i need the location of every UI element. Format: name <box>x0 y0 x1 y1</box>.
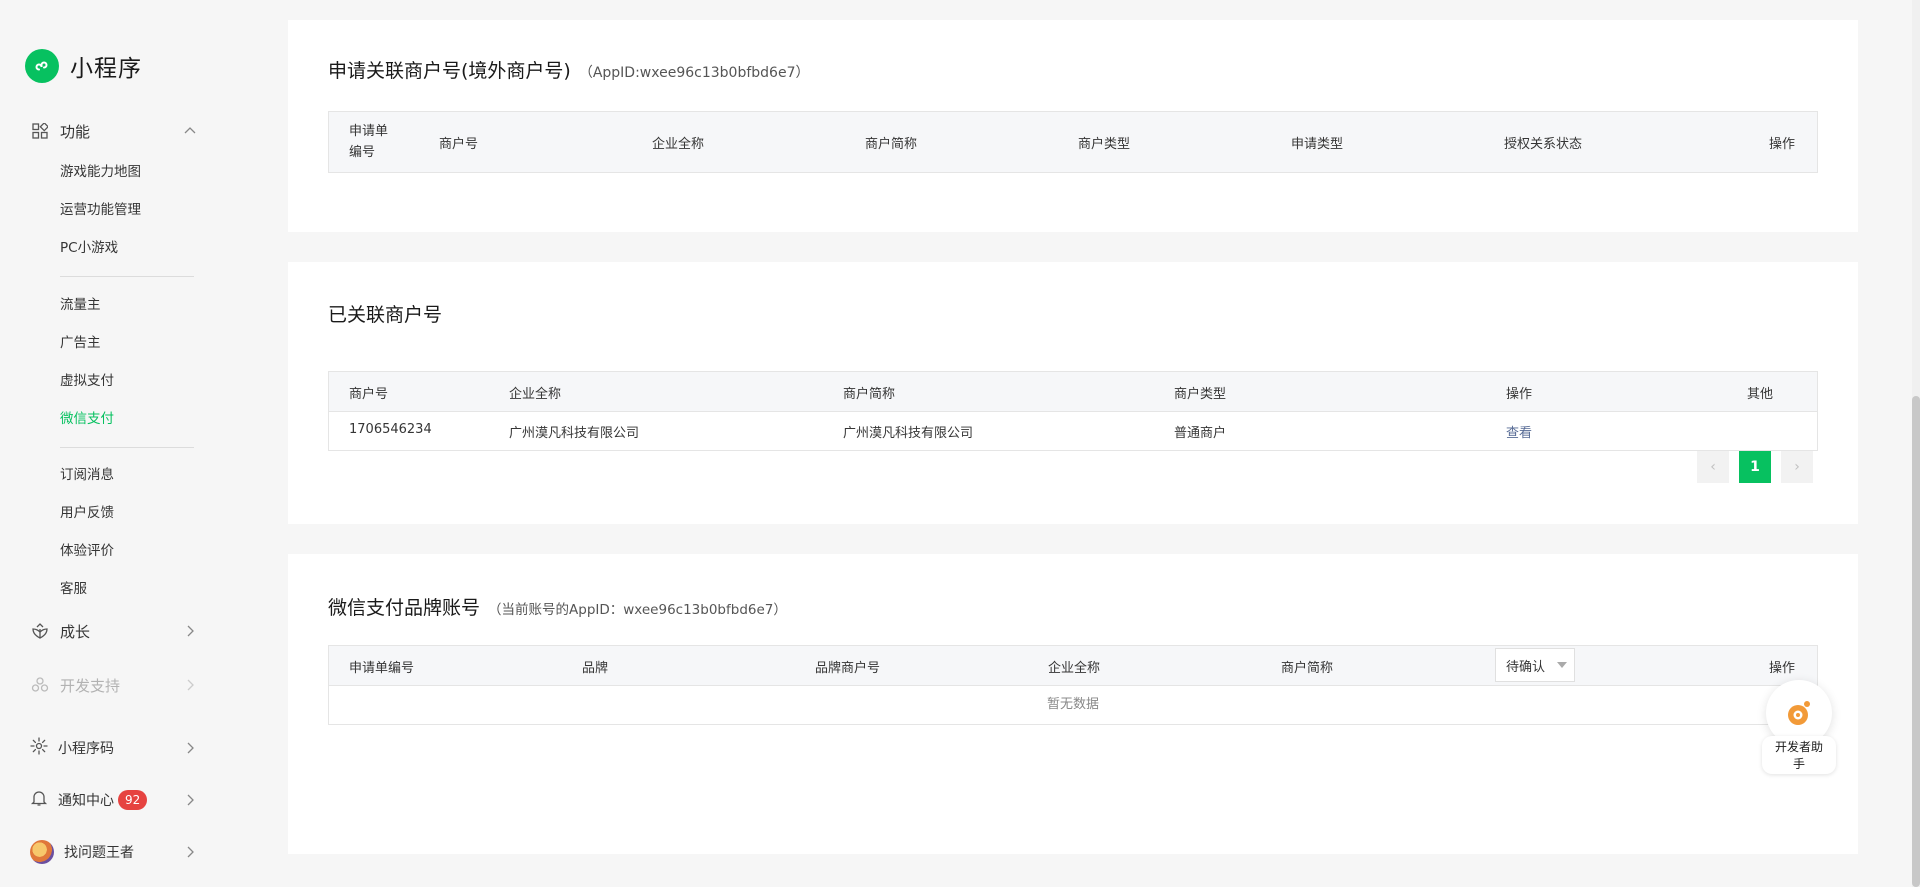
nav-item-user[interactable]: 找问题王者 <box>30 837 198 867</box>
chevron-right-icon <box>187 846 194 858</box>
prev-page-button[interactable]: ‹ <box>1697 451 1729 483</box>
nav-group-feature-label: 功能 <box>60 122 91 141</box>
cell-merchant-type: 普通商户 <box>1174 426 1227 441</box>
nav-group-growth[interactable]: 成长 <box>30 616 198 646</box>
sidebar-item-traffic-owner[interactable]: 流量主 <box>60 294 101 316</box>
th-company-name: 企业全称 <box>652 137 705 152</box>
card1-table-header: 申请单编号 商户号 企业全称 商户简称 商户类型 申请类型 授权关系状态 操作 <box>329 112 1817 172</box>
th-company-name: 企业全称 <box>509 387 562 402</box>
card1-table: 申请单编号 商户号 企业全称 商户简称 商户类型 申请类型 授权关系状态 操作 <box>328 111 1818 173</box>
miniprogram-logo-icon <box>25 49 59 83</box>
next-page-button[interactable]: › <box>1781 451 1813 483</box>
th-merchant-short-name: 商户简称 <box>865 137 918 152</box>
sidebar-item-pc-minigame[interactable]: PC小游戏 <box>60 237 118 259</box>
card3-table-header: 申请单编号 品牌 品牌商户号 企业全称 商户简称 待确认 操作 <box>329 646 1817 685</box>
card-apply-overseas-merchant: 申请关联商户号(境外商户号) （AppID:wxee96c13b0bfbd6e7）… <box>288 20 1858 232</box>
th-actions: 操作 <box>1769 137 1796 152</box>
card3-title: 微信支付品牌账号 （当前账号的AppID：wxee96c13b0bfbd6e7） <box>328 593 787 620</box>
chevron-right-icon <box>187 679 194 691</box>
card-linked-merchants: 已关联商户号 商户号 企业全称 商户简称 商户类型 操作 其他 17065462… <box>288 262 1858 524</box>
th-merchant-type: 商户类型 <box>1078 137 1131 152</box>
sidebar-item-advertiser[interactable]: 广告主 <box>60 332 101 354</box>
nav-item-notifications-label: 通知中心 <box>58 793 114 809</box>
empty-state: 暂无数据 <box>329 685 1817 724</box>
view-merchant-link[interactable]: 查看 <box>1506 422 1532 441</box>
sidebar-item-game-capability-map[interactable]: 游戏能力地图 <box>60 161 141 183</box>
sidebar-item-virtual-payment[interactable]: 虚拟支付 <box>60 370 114 392</box>
bell-icon <box>30 789 48 811</box>
th-merchant-short-name: 商户简称 <box>843 387 896 402</box>
th-company-name: 企业全称 <box>1048 661 1101 676</box>
card3-title-text: 微信支付品牌账号 <box>328 597 481 619</box>
developer-assistant-button[interactable]: 开发者助手 <box>1762 680 1836 774</box>
brand-title: 小程序 <box>70 56 142 82</box>
th-other: 其他 <box>1747 387 1774 402</box>
card1-appid: （AppID:wxee96c13b0bfbd6e7） <box>578 65 810 81</box>
card2-table-header: 商户号 企业全称 商户简称 商户类型 操作 其他 <box>329 372 1817 411</box>
leaf-icon <box>30 621 50 641</box>
th-brand: 品牌 <box>582 661 609 676</box>
th-merchant-id: 商户号 <box>439 137 479 152</box>
brand[interactable]: 小程序 <box>25 49 142 83</box>
grid-icon <box>30 121 50 141</box>
divider <box>60 276 194 277</box>
th-merchant-short-name: 商户简称 <box>1281 661 1334 676</box>
nav-item-qrcode-label: 小程序码 <box>58 741 114 757</box>
card2-title: 已关联商户号 <box>328 304 443 326</box>
sun-icon <box>30 737 48 759</box>
caret-down-icon <box>1557 662 1568 668</box>
chevron-up-icon <box>184 127 196 134</box>
card2-table: 商户号 企业全称 商户简称 商户类型 操作 其他 1706546234 广州漠凡… <box>328 371 1818 451</box>
nav-item-notifications[interactable]: 通知中心 92 <box>30 785 198 815</box>
card-wechat-pay-brand: 微信支付品牌账号 （当前账号的AppID：wxee96c13b0bfbd6e7） … <box>288 554 1858 854</box>
card3-appid: （当前账号的AppID：wxee96c13b0bfbd6e7） <box>488 602 787 618</box>
cell-company-name: 广州漠凡科技有限公司 <box>509 426 640 441</box>
card1-title: 申请关联商户号(境外商户号) （AppID:wxee96c13b0bfbd6e7） <box>328 56 809 83</box>
cell-merchant-id: 1706546234 <box>349 422 432 437</box>
sidebar-item-subscription-message[interactable]: 订阅消息 <box>60 464 114 486</box>
th-actions: 操作 <box>1769 661 1796 676</box>
divider <box>60 447 194 448</box>
user-name: 找问题王者 <box>64 845 134 861</box>
page-1-button[interactable]: 1 <box>1739 451 1771 483</box>
chevron-right-icon <box>187 794 194 806</box>
sidebar-item-customer-service[interactable]: 客服 <box>60 578 87 600</box>
avatar <box>30 840 54 864</box>
chevron-right-icon <box>187 625 194 637</box>
th-application-no: 申请单编号 <box>349 661 415 676</box>
sidebar: 小程序 功能 游戏能力地图 运营功能管理 PC小游戏 流量主 广告主 虚拟支付 … <box>0 0 240 887</box>
chevron-right-icon <box>187 742 194 754</box>
cell-merchant-short-name: 广州漠凡科技有限公司 <box>843 426 974 441</box>
th-actions: 操作 <box>1506 387 1533 402</box>
sidebar-item-experience-rating[interactable]: 体验评价 <box>60 540 114 562</box>
status-filter-select[interactable]: 待确认 <box>1495 648 1575 682</box>
th-merchant-type: 商户类型 <box>1174 387 1227 402</box>
sidebar-item-operation-management[interactable]: 运营功能管理 <box>60 199 141 221</box>
nav-group-growth-label: 成长 <box>60 622 91 641</box>
th-application-no: 申请单编号 <box>349 124 389 160</box>
th-authorization-status: 授权关系状态 <box>1504 137 1583 152</box>
pagination: ‹ 1 › <box>1697 451 1813 483</box>
notification-count-badge: 92 <box>118 790 148 810</box>
nav-group-feature[interactable]: 功能 <box>30 116 198 146</box>
table-row: 1706546234 广州漠凡科技有限公司 广州漠凡科技有限公司 普通商户 查看 <box>329 411 1817 450</box>
card3-table: 申请单编号 品牌 品牌商户号 企业全称 商户简称 待确认 操作 暂无数据 <box>328 645 1818 725</box>
th-application-type: 申请类型 <box>1291 137 1344 152</box>
nav-item-qrcode[interactable]: 小程序码 <box>30 733 198 763</box>
th-brand-merchant-id: 品牌商户号 <box>815 661 881 676</box>
sidebar-item-user-feedback[interactable]: 用户反馈 <box>60 502 114 524</box>
sidebar-item-wechat-pay[interactable]: 微信支付 <box>60 408 114 430</box>
card1-title-text: 申请关联商户号(境外商户号) <box>328 60 571 82</box>
scrollbar-thumb[interactable] <box>1912 396 1920 887</box>
nav-group-dev-support[interactable]: 开发支持 <box>30 670 198 700</box>
nav-group-dev-support-label: 开发支持 <box>60 676 121 695</box>
dev-support-icon <box>30 675 50 695</box>
th-merchant-id: 商户号 <box>349 387 389 402</box>
developer-assistant-label: 开发者助手 <box>1762 736 1836 774</box>
status-filter-value: 待确认 <box>1506 659 1546 675</box>
